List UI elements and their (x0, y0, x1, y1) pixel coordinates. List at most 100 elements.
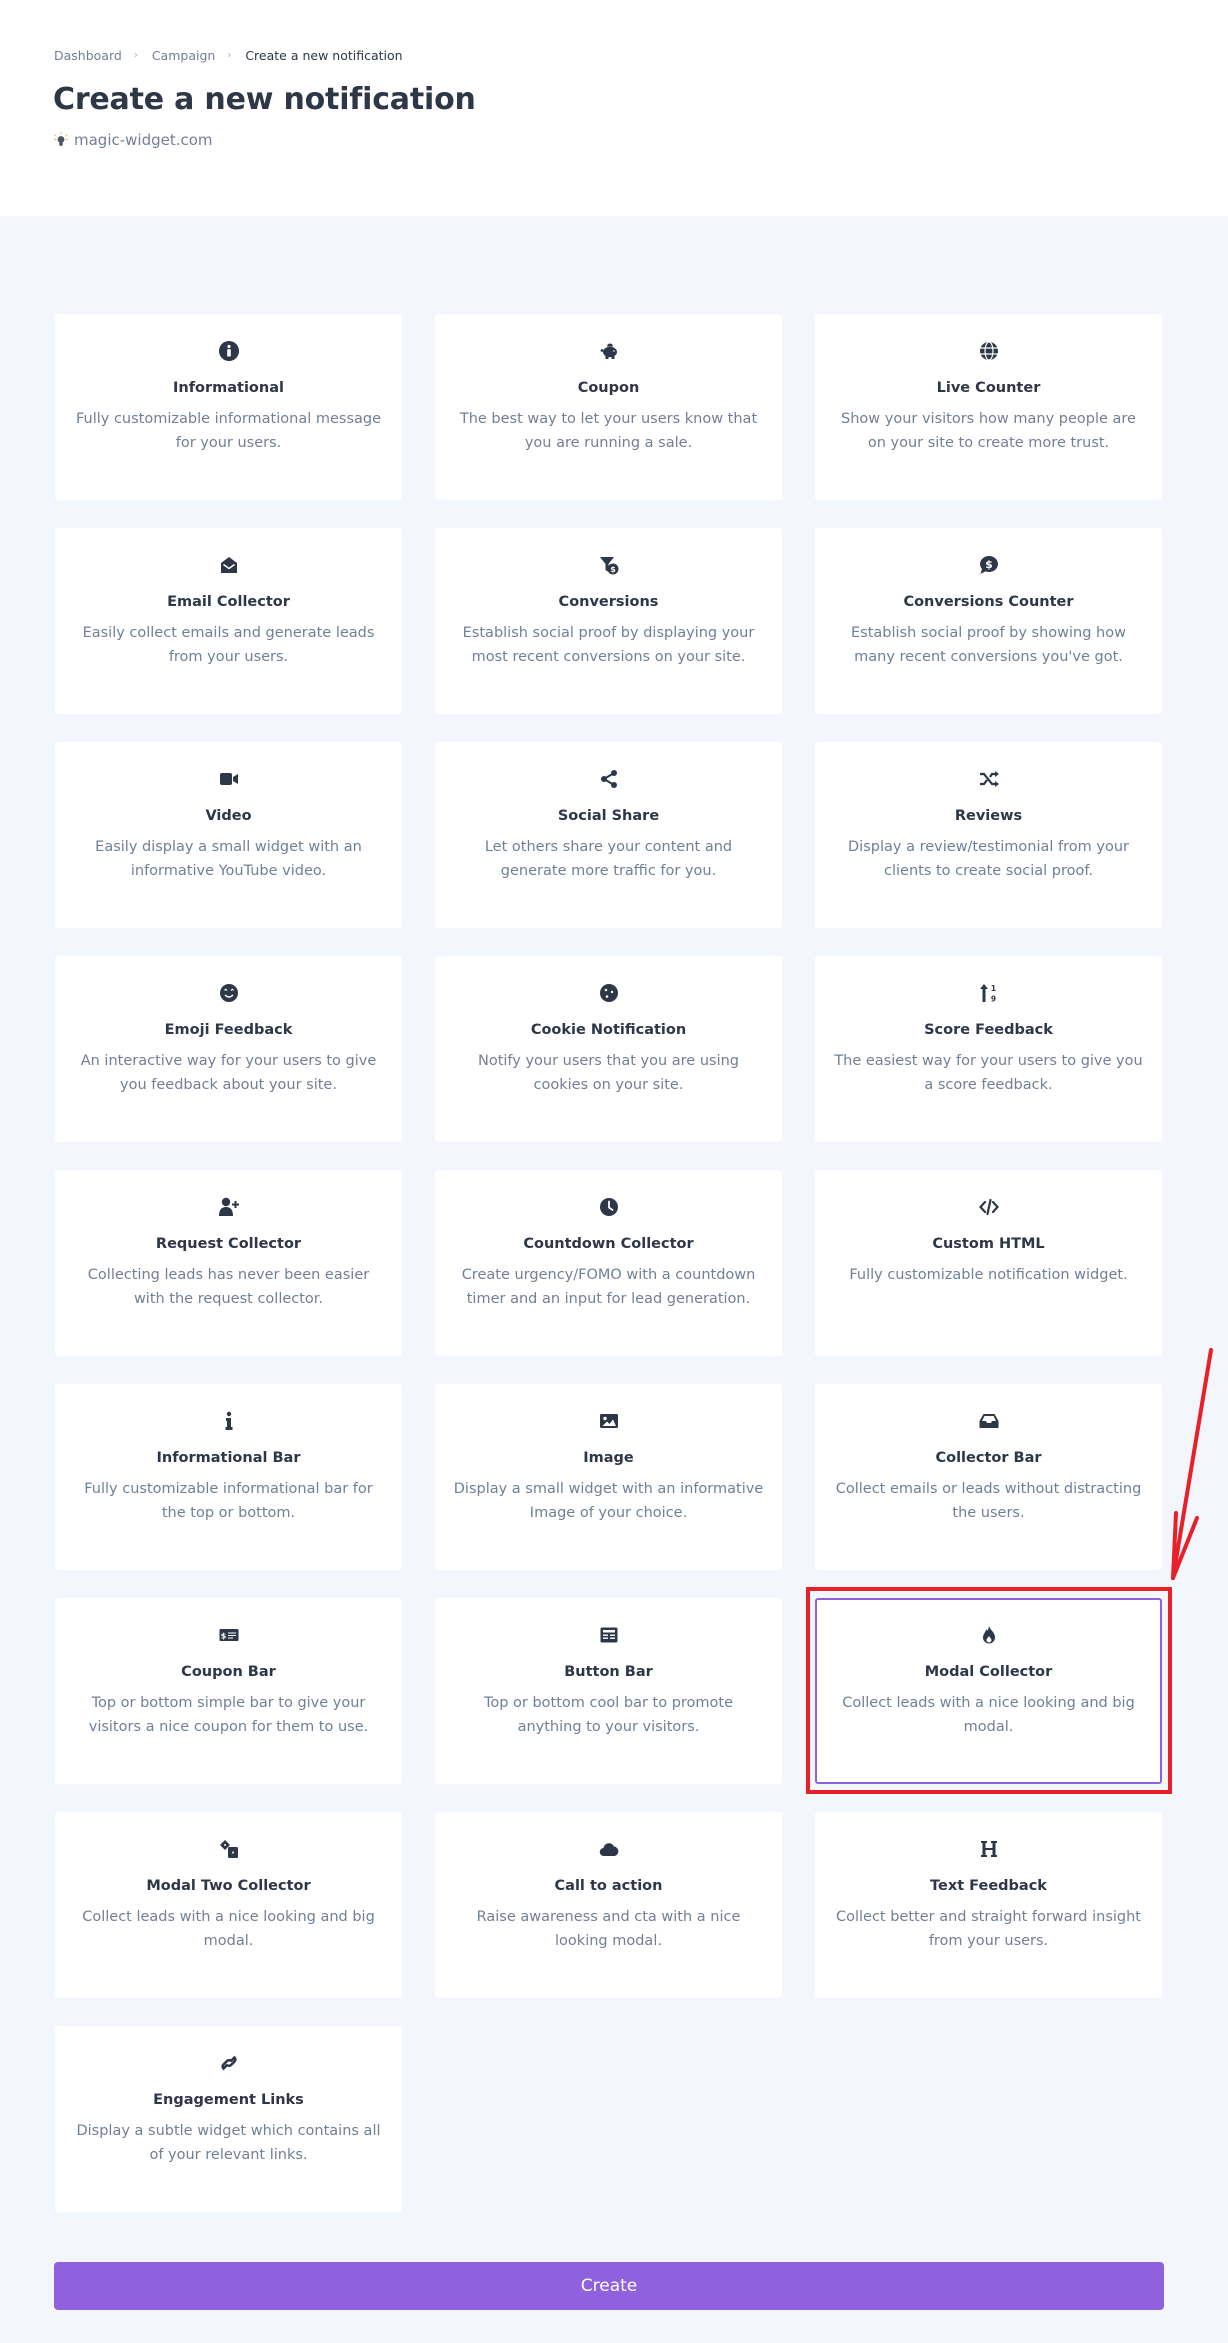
clock-icon (598, 1196, 620, 1218)
info-icon (218, 1410, 240, 1432)
site-domain: magic-widget.com (54, 131, 213, 149)
code-icon (978, 1196, 1000, 1218)
share-icon (598, 768, 620, 790)
notification-type-card-image[interactable]: Image Display a small widget with an info… (435, 1384, 782, 1570)
svg-text:$: $ (220, 1632, 226, 1641)
page-title: Create a new notification (53, 82, 476, 117)
card-description: Collect leads with a nice looking and bi… (842, 1695, 1135, 1735)
notification-type-card-informational-bar[interactable]: Informational Bar Fully customizable info… (55, 1384, 402, 1570)
card-description: Display a review/testimonial from your c… (848, 839, 1129, 879)
card-description: Display a subtle widget which contains a… (76, 2123, 381, 2163)
notification-type-card-emoji-feedback[interactable]: Emoji Feedback An interactive way for you… (55, 956, 402, 1142)
card-description: Top or bottom cool bar to promote anythi… (483, 1695, 734, 1735)
card-title: Informational Bar (156, 1450, 301, 1466)
card-description: Raise awareness and cta with a nice look… (476, 1909, 741, 1949)
heading-icon (978, 1838, 1000, 1860)
notification-type-card-social-share[interactable]: Social Share Let others share your conten… (435, 742, 782, 928)
notification-type-card-email-collector[interactable]: Email Collector Easily collect emails and… (55, 528, 402, 714)
card-title: Video (205, 808, 252, 824)
funnel-dollar-icon: $ (598, 554, 620, 576)
card-description: Top or bottom simple bar to give your vi… (88, 1695, 369, 1735)
notification-type-card-video[interactable]: Video Easily display a small widget with … (55, 742, 402, 928)
card-description: Collect better and straight forward insi… (835, 1909, 1141, 1949)
random-icon (978, 768, 1000, 790)
notification-type-card-collector-bar[interactable]: Collector Bar Collect emails or leads wit… (815, 1384, 1162, 1570)
notification-type-card-modal-collector[interactable]: Modal Collector Collect leads with a nice… (815, 1598, 1162, 1784)
card-title: Cookie Notification (530, 1022, 687, 1038)
card-title: Call to action (554, 1878, 663, 1894)
breadcrumb-dashboard-link[interactable]: Dashboard (54, 48, 122, 63)
card-title: Collector Bar (935, 1450, 1042, 1466)
card-description: Notify your users that you are using coo… (477, 1053, 739, 1093)
card-title: Conversions (558, 594, 659, 610)
annotation-arrow-head-left (1171, 1511, 1178, 1580)
notification-type-card-call-to-action[interactable]: Call to action Raise awareness and cta wi… (435, 1812, 782, 1998)
info-circle-icon (218, 340, 240, 362)
image-icon (598, 1410, 620, 1432)
notification-type-card-conversions[interactable]: $ Conversions Establish social proof by di… (435, 528, 782, 714)
card-description: Establish social proof by displaying you… (462, 625, 755, 665)
smile-icon (218, 982, 240, 1004)
notification-type-card-live-counter[interactable]: Live Counter Show your visitors how many … (815, 314, 1162, 500)
notification-type-card-cookie-notification[interactable]: Cookie Notification Notify your users tha… (435, 956, 782, 1142)
breadcrumb: Dashboard › Campaign › Create a new noti… (54, 48, 403, 63)
link-icon (218, 2052, 240, 2074)
dice-icon (218, 1838, 240, 1860)
card-description: Collecting leads has never been easier w… (87, 1267, 370, 1307)
notification-type-card-countdown-collector[interactable]: Countdown Collector Create urgency/FOMO w… (435, 1170, 782, 1356)
globe-icon (978, 340, 1000, 362)
money-check-icon: $ (218, 1624, 240, 1646)
notification-type-card-informational[interactable]: Informational Fully customizable informat… (55, 314, 402, 500)
user-plus-icon (218, 1196, 240, 1218)
svg-text:$: $ (610, 565, 616, 574)
card-description: Easily collect emails and generate leads… (82, 625, 375, 665)
chevron-right-icon: › (227, 50, 232, 61)
svg-text:1: 1 (990, 984, 995, 993)
newspaper-icon (598, 1624, 620, 1646)
card-title: Text Feedback (930, 1878, 1047, 1894)
card-title: Informational (173, 380, 284, 396)
inbox-icon (978, 1410, 1000, 1432)
notification-type-card-request-collector[interactable]: Request Collector Collecting leads has ne… (55, 1170, 402, 1356)
svg-text:$: $ (985, 558, 993, 571)
notification-type-card-coupon-bar[interactable]: $ Coupon Bar Top or bottom simple bar to g… (55, 1598, 402, 1784)
notification-type-card-modal-two-collector[interactable]: Modal Two Collector Collect leads with a … (55, 1812, 402, 1998)
chevron-right-icon: › (133, 50, 138, 61)
notification-type-card-custom-html[interactable]: Custom HTML Fully customizable notificati… (815, 1170, 1162, 1356)
card-description: Show your visitors how many people are o… (841, 411, 1136, 451)
notification-type-card-reviews[interactable]: Reviews Display a review/testimonial from… (815, 742, 1162, 928)
card-description: Collect emails or leads without distract… (835, 1481, 1142, 1521)
card-title: Live Counter (936, 380, 1041, 396)
card-title: Countdown Collector (523, 1236, 694, 1252)
svg-text:9: 9 (990, 995, 995, 1004)
card-description: Fully customizable informational bar for… (84, 1481, 373, 1521)
card-description: The best way to let your users know that… (459, 411, 758, 451)
card-description: The easiest way for your users to give y… (834, 1053, 1143, 1093)
breadcrumb-campaign-link[interactable]: Campaign (152, 48, 216, 63)
card-title: Conversions Counter (903, 594, 1074, 610)
card-description: An interactive way for your users to giv… (80, 1053, 377, 1093)
card-title: Social Share (557, 808, 660, 824)
notification-type-card-score-feedback[interactable]: 1 9 Score Feedback The easiest way for your… (815, 956, 1162, 1142)
notification-type-card-coupon[interactable]: Coupon The best way to let your users kno… (435, 314, 782, 500)
notification-type-card-conversions-counter[interactable]: $ Conversions Counter Establish social pro… (815, 528, 1162, 714)
cloud-icon (598, 1838, 620, 1860)
site-domain-label: magic-widget.com (74, 131, 213, 149)
card-title: Engagement Links (153, 2092, 304, 2108)
card-title: Request Collector (155, 1236, 302, 1252)
card-title: Reviews (954, 808, 1023, 824)
cookie-icon (598, 982, 620, 1004)
notification-type-card-text-feedback[interactable]: Text Feedback Collect better and straight… (815, 1812, 1162, 1998)
card-title: Custom HTML (932, 1236, 1045, 1252)
card-description: Fully customizable informational message… (75, 411, 382, 451)
card-title: Modal Two Collector (146, 1878, 311, 1894)
envelope-open-icon (218, 554, 240, 576)
annotation-arrow-shaft (1171, 1348, 1213, 1580)
card-title: Image (583, 1450, 634, 1466)
fire-icon (978, 1624, 1000, 1646)
notification-type-card-engagement-links[interactable]: Engagement Links Display a subtle widget … (55, 2026, 402, 2212)
notification-type-card-button-bar[interactable]: Button Bar Top or bottom cool bar to prom… (435, 1598, 782, 1784)
card-title: Coupon (577, 380, 640, 396)
page-header: Dashboard › Campaign › Create a new noti… (0, 0, 1228, 216)
create-button[interactable]: Create (54, 2262, 1164, 2310)
